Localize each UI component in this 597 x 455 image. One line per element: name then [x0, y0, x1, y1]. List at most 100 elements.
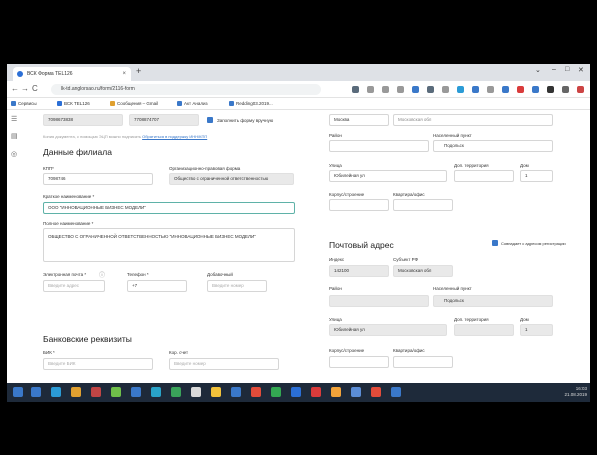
manual-fill-checkbox[interactable]	[207, 117, 213, 123]
reload-button[interactable]: C	[32, 84, 38, 93]
forward-button[interactable]: →	[21, 84, 29, 93]
bookmark-star-icon[interactable]	[397, 86, 404, 93]
extension-icon[interactable]	[352, 86, 359, 93]
region-input[interactable]	[329, 140, 429, 152]
taskbar-app-icon[interactable]	[71, 387, 81, 397]
bookmark-item[interactable]: Сервисы	[11, 101, 37, 107]
settings-icon[interactable]: ◎	[11, 150, 17, 158]
taskbar-app-icon[interactable]	[231, 387, 241, 397]
taskbar-app-icon[interactable]	[51, 387, 61, 397]
minimize-button[interactable]: –	[552, 66, 556, 73]
org-form-select[interactable]: Общество с ограниченной ответственностью	[169, 173, 294, 185]
bookmark-item[interactable]: ВСК TEL126	[57, 101, 90, 107]
document-icon[interactable]: ▤	[11, 132, 18, 140]
postal-building-input[interactable]	[329, 356, 389, 368]
extension-icon[interactable]	[442, 86, 449, 93]
extension-icon[interactable]	[412, 86, 419, 93]
city-field[interactable]: Москва	[329, 114, 389, 126]
same-address-checkbox[interactable]	[492, 240, 498, 246]
postal-settlement-input[interactable]: Подольск	[433, 295, 553, 307]
extension-input[interactable]: Введите номер	[207, 280, 267, 292]
taskbar-app-icon[interactable]	[311, 387, 321, 397]
tab-search-icon[interactable]: ⌄	[535, 66, 541, 74]
taskbar-app-icon[interactable]	[151, 387, 161, 397]
subject-input[interactable]: Московская обл	[393, 265, 453, 277]
house-input[interactable]: 1	[520, 170, 553, 182]
phone-input[interactable]: +7	[127, 280, 187, 292]
extension-icon[interactable]	[472, 86, 479, 93]
taskbar-app-icon[interactable]	[291, 387, 301, 397]
branch-heading: Данные филиала	[43, 147, 112, 157]
maximize-button[interactable]: □	[565, 66, 569, 73]
back-button[interactable]: ←	[11, 84, 19, 93]
taskbar-app-icon[interactable]	[351, 387, 361, 397]
kpp-input[interactable]: 7098746	[43, 173, 153, 185]
kpp-top-field[interactable]: 7708874707	[129, 114, 199, 126]
taskbar-app-icon[interactable]	[171, 387, 181, 397]
bookmark-item[interactable]: Сообщения – Gmail	[110, 101, 158, 107]
postal-region-label: Район	[329, 286, 342, 291]
taskbar-app-icon[interactable]	[31, 387, 41, 397]
menu-icon[interactable]: ☰	[11, 115, 17, 123]
taskbar-app-icon[interactable]	[371, 387, 381, 397]
taskbar-app-icon[interactable]	[251, 387, 261, 397]
taskbar-app-icon[interactable]	[111, 387, 121, 397]
postal-additional-territory-label: Доп. территория	[454, 317, 489, 322]
bookmark-item[interactable]: Акт Анализ	[177, 101, 208, 107]
postal-apartment-input[interactable]	[393, 356, 453, 368]
street-input[interactable]: Юбилейная ул	[329, 170, 447, 182]
postal-region-input[interactable]	[329, 295, 429, 307]
postal-street-input[interactable]: Юбилейная ул	[329, 324, 447, 336]
taskbar-app-icon[interactable]	[331, 387, 341, 397]
menu-icon[interactable]	[577, 86, 584, 93]
apps-icon	[11, 101, 16, 107]
close-window-button[interactable]: ✕	[578, 66, 584, 74]
folder-icon	[110, 101, 115, 107]
start-icon[interactable]	[13, 387, 23, 397]
taskbar-app-icon[interactable]	[391, 387, 401, 397]
email-label: Электронная почта *	[43, 272, 87, 277]
inn-field[interactable]: 7098673838	[43, 114, 123, 126]
extension-icon[interactable]	[502, 86, 509, 93]
account-input[interactable]: Введите номер	[169, 358, 279, 370]
letterbox-bottom	[0, 402, 597, 455]
extension-icon[interactable]	[382, 86, 389, 93]
email-input[interactable]: Введите адрес	[43, 280, 105, 292]
taskbar-app-icon[interactable]	[91, 387, 101, 397]
new-tab-button[interactable]: +	[136, 66, 141, 76]
browser-tab[interactable]: ВСК Форма TEL126 ×	[13, 67, 131, 81]
taskbar-app-icon[interactable]	[191, 387, 201, 397]
info-icon[interactable]: ⓘ	[99, 270, 105, 279]
full-name-textarea[interactable]: ОБЩЕСТВО С ОГРАНИЧЕННОЙ ОТВЕТСТВЕННОСТЬЮ…	[43, 228, 295, 262]
postal-house-input[interactable]: 1	[520, 324, 553, 336]
extension-icon[interactable]	[367, 86, 374, 93]
taskbar-app-icon[interactable]	[211, 387, 221, 397]
bookmark-icon	[57, 101, 62, 107]
extension-icon[interactable]	[517, 86, 524, 93]
bookmarks-bar: Сервисы ВСК TEL126 Сообщения – Gmail Акт…	[7, 98, 590, 110]
house-label: Дом	[520, 163, 529, 168]
bik-input[interactable]: Введите БИК	[43, 358, 153, 370]
postal-additional-territory-input[interactable]	[454, 324, 514, 336]
index-input[interactable]: 142100	[329, 265, 389, 277]
extension-icon[interactable]	[532, 86, 539, 93]
additional-territory-input[interactable]	[454, 170, 514, 182]
taskbar-app-icon[interactable]	[131, 387, 141, 397]
tab-close-icon[interactable]: ×	[122, 67, 126, 81]
profile-icon[interactable]	[562, 86, 569, 93]
puzzle-icon[interactable]	[547, 86, 554, 93]
apartment-input[interactable]	[393, 199, 453, 211]
extension-icon[interactable]	[487, 86, 494, 93]
support-link[interactable]: Обратиться в поддержку ИНН/КПП	[142, 134, 207, 139]
short-name-input[interactable]: ООО "ИННОВАЦИОННЫЕ БИЗНЕС МОДЕЛИ"	[43, 202, 295, 214]
settlement-input[interactable]: Подольск	[433, 140, 553, 152]
extension-icon[interactable]	[457, 86, 464, 93]
region-field[interactable]: Московская обл	[393, 114, 553, 126]
extension-label: Добавочный	[207, 272, 233, 277]
taskbar-app-icon[interactable]	[271, 387, 281, 397]
bookmark-item[interactable]: Redding03.2019...	[229, 101, 273, 107]
url-input[interactable]: lk-td.anglorsao.ru/form/2116-form	[51, 84, 321, 95]
building-input[interactable]	[329, 199, 389, 211]
search-icon[interactable]	[427, 86, 434, 93]
system-clock[interactable]: 16:03 21.08.2019	[564, 386, 587, 398]
